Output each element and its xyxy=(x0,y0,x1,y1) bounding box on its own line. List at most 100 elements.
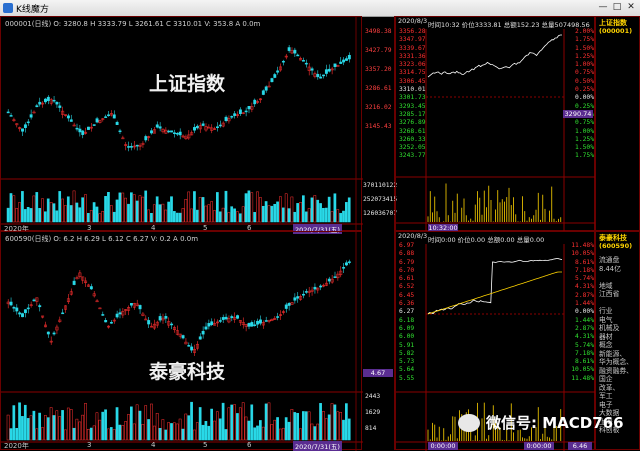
volume-bar xyxy=(221,207,225,223)
tick-label: 0.00% xyxy=(575,94,594,102)
candle-body xyxy=(118,312,122,315)
volume-bar xyxy=(109,205,113,223)
top-tick-1: 3427.79 xyxy=(365,47,392,54)
volume-bar xyxy=(130,406,133,441)
candle-body xyxy=(170,130,174,133)
bottom-kline-panel[interactable]: 600590(日线) O: 6.2 H 6.29 L 6.12 C 6.27 V… xyxy=(0,231,363,451)
volume-bar xyxy=(276,417,279,441)
tick-label: 6.00 xyxy=(399,333,415,341)
bottom-side-code: (600590) xyxy=(599,242,633,250)
volume-bar xyxy=(276,201,279,223)
tick-label: 6.45 xyxy=(399,291,415,299)
volume-bar xyxy=(9,428,13,441)
volume-bar xyxy=(270,205,274,223)
volume-bar xyxy=(190,208,193,223)
volume-bar xyxy=(84,194,87,223)
candle-body xyxy=(238,109,242,114)
bottom-current-price-box: 6.46 xyxy=(568,442,592,450)
tick-label: 10.05% xyxy=(571,250,594,258)
top-intraday-panel[interactable]: 2020/8/3 时间10:32 价位3333.81 总额152.23 总量50… xyxy=(395,16,596,232)
side-info-line xyxy=(599,299,639,308)
candle-body xyxy=(158,316,162,321)
volume-bar xyxy=(256,425,259,441)
volume-bar xyxy=(316,423,320,441)
minimize-button[interactable]: — xyxy=(596,2,610,13)
candle-body xyxy=(264,86,268,91)
candle-body xyxy=(118,130,122,133)
volume-bar xyxy=(181,428,185,441)
candle-body xyxy=(347,54,351,60)
volume-bar xyxy=(167,422,170,441)
top-tick-0: 3498.38 xyxy=(365,28,392,35)
volume-bar xyxy=(201,424,205,441)
candle-body xyxy=(345,262,348,266)
volume-bar xyxy=(227,212,231,223)
volume-bar xyxy=(224,429,228,441)
volume-bar xyxy=(87,213,90,223)
tick-label: 3252.05 xyxy=(399,144,426,152)
tick-label: 7.18% xyxy=(575,266,594,274)
close-button[interactable]: ✕ xyxy=(624,2,638,13)
side-info-line: 军工 xyxy=(599,392,613,400)
candle-body xyxy=(32,299,36,302)
volume-bar xyxy=(324,207,328,223)
tick-label: 2.87% xyxy=(575,324,594,332)
volume-bar xyxy=(144,405,148,441)
candle-body xyxy=(101,314,105,316)
tick-label: 5.73 xyxy=(399,358,415,366)
tick-label: 6.97 xyxy=(399,242,415,249)
volume-bar xyxy=(310,197,314,223)
candle-body xyxy=(135,144,139,147)
tick-label: 5.74% xyxy=(575,275,594,283)
volume-bar xyxy=(41,198,44,223)
volume-bar xyxy=(178,418,182,441)
candle-body xyxy=(89,286,93,290)
tick-label: 5.82 xyxy=(399,349,415,357)
volume-bar xyxy=(35,428,39,441)
volume-bar xyxy=(115,199,119,223)
tick-label: 1.75% xyxy=(575,36,594,44)
volume-bar xyxy=(55,210,59,223)
volume-bar xyxy=(224,190,228,223)
volume-bar xyxy=(173,211,176,223)
tick-label: 3331.36 xyxy=(399,52,426,60)
candle-body xyxy=(342,59,346,63)
volume-bar xyxy=(207,204,211,223)
volume-bar xyxy=(296,203,299,223)
tick-label: 0.00% xyxy=(575,308,594,316)
volume-bar xyxy=(195,422,199,441)
volume-bar xyxy=(35,192,39,223)
candle-body xyxy=(155,124,159,128)
volume-bar xyxy=(112,429,116,441)
volume-bar xyxy=(213,210,216,223)
top-tick-2: 3357.20 xyxy=(365,66,392,73)
volume-bar xyxy=(32,410,36,441)
tick-label: 3293.45 xyxy=(399,102,426,110)
top-kline-panel[interactable]: 000001(日线) O: 3280.8 H 3333.79 L 3261.61… xyxy=(0,16,363,234)
volume-bar xyxy=(284,193,288,223)
tick-label: 1.00% xyxy=(575,61,594,69)
volume-bar xyxy=(132,423,136,441)
volume-bar xyxy=(135,404,139,441)
candle-body xyxy=(147,320,151,325)
tick-label: 1.75% xyxy=(575,152,594,160)
candle-body xyxy=(35,105,39,108)
candle-body xyxy=(218,320,222,322)
volume-bar xyxy=(319,403,322,441)
volume-bar xyxy=(130,192,133,223)
candle-body xyxy=(316,73,320,78)
tick-label: 11.48% xyxy=(571,242,594,249)
tick-label: 3356.28 xyxy=(399,28,426,35)
maximize-button[interactable]: □ xyxy=(610,2,624,13)
candle-body xyxy=(29,114,33,118)
volume-bar xyxy=(230,206,234,223)
candle-body xyxy=(109,322,113,324)
top-stock-name: 上证指数 xyxy=(149,74,226,95)
volume-bar xyxy=(287,208,291,223)
volume-bar xyxy=(164,429,168,441)
volume-bar xyxy=(161,419,165,441)
candle-body xyxy=(276,316,280,318)
candle-body xyxy=(230,316,234,319)
volume-bar xyxy=(339,411,342,441)
volume-bar xyxy=(112,211,116,223)
